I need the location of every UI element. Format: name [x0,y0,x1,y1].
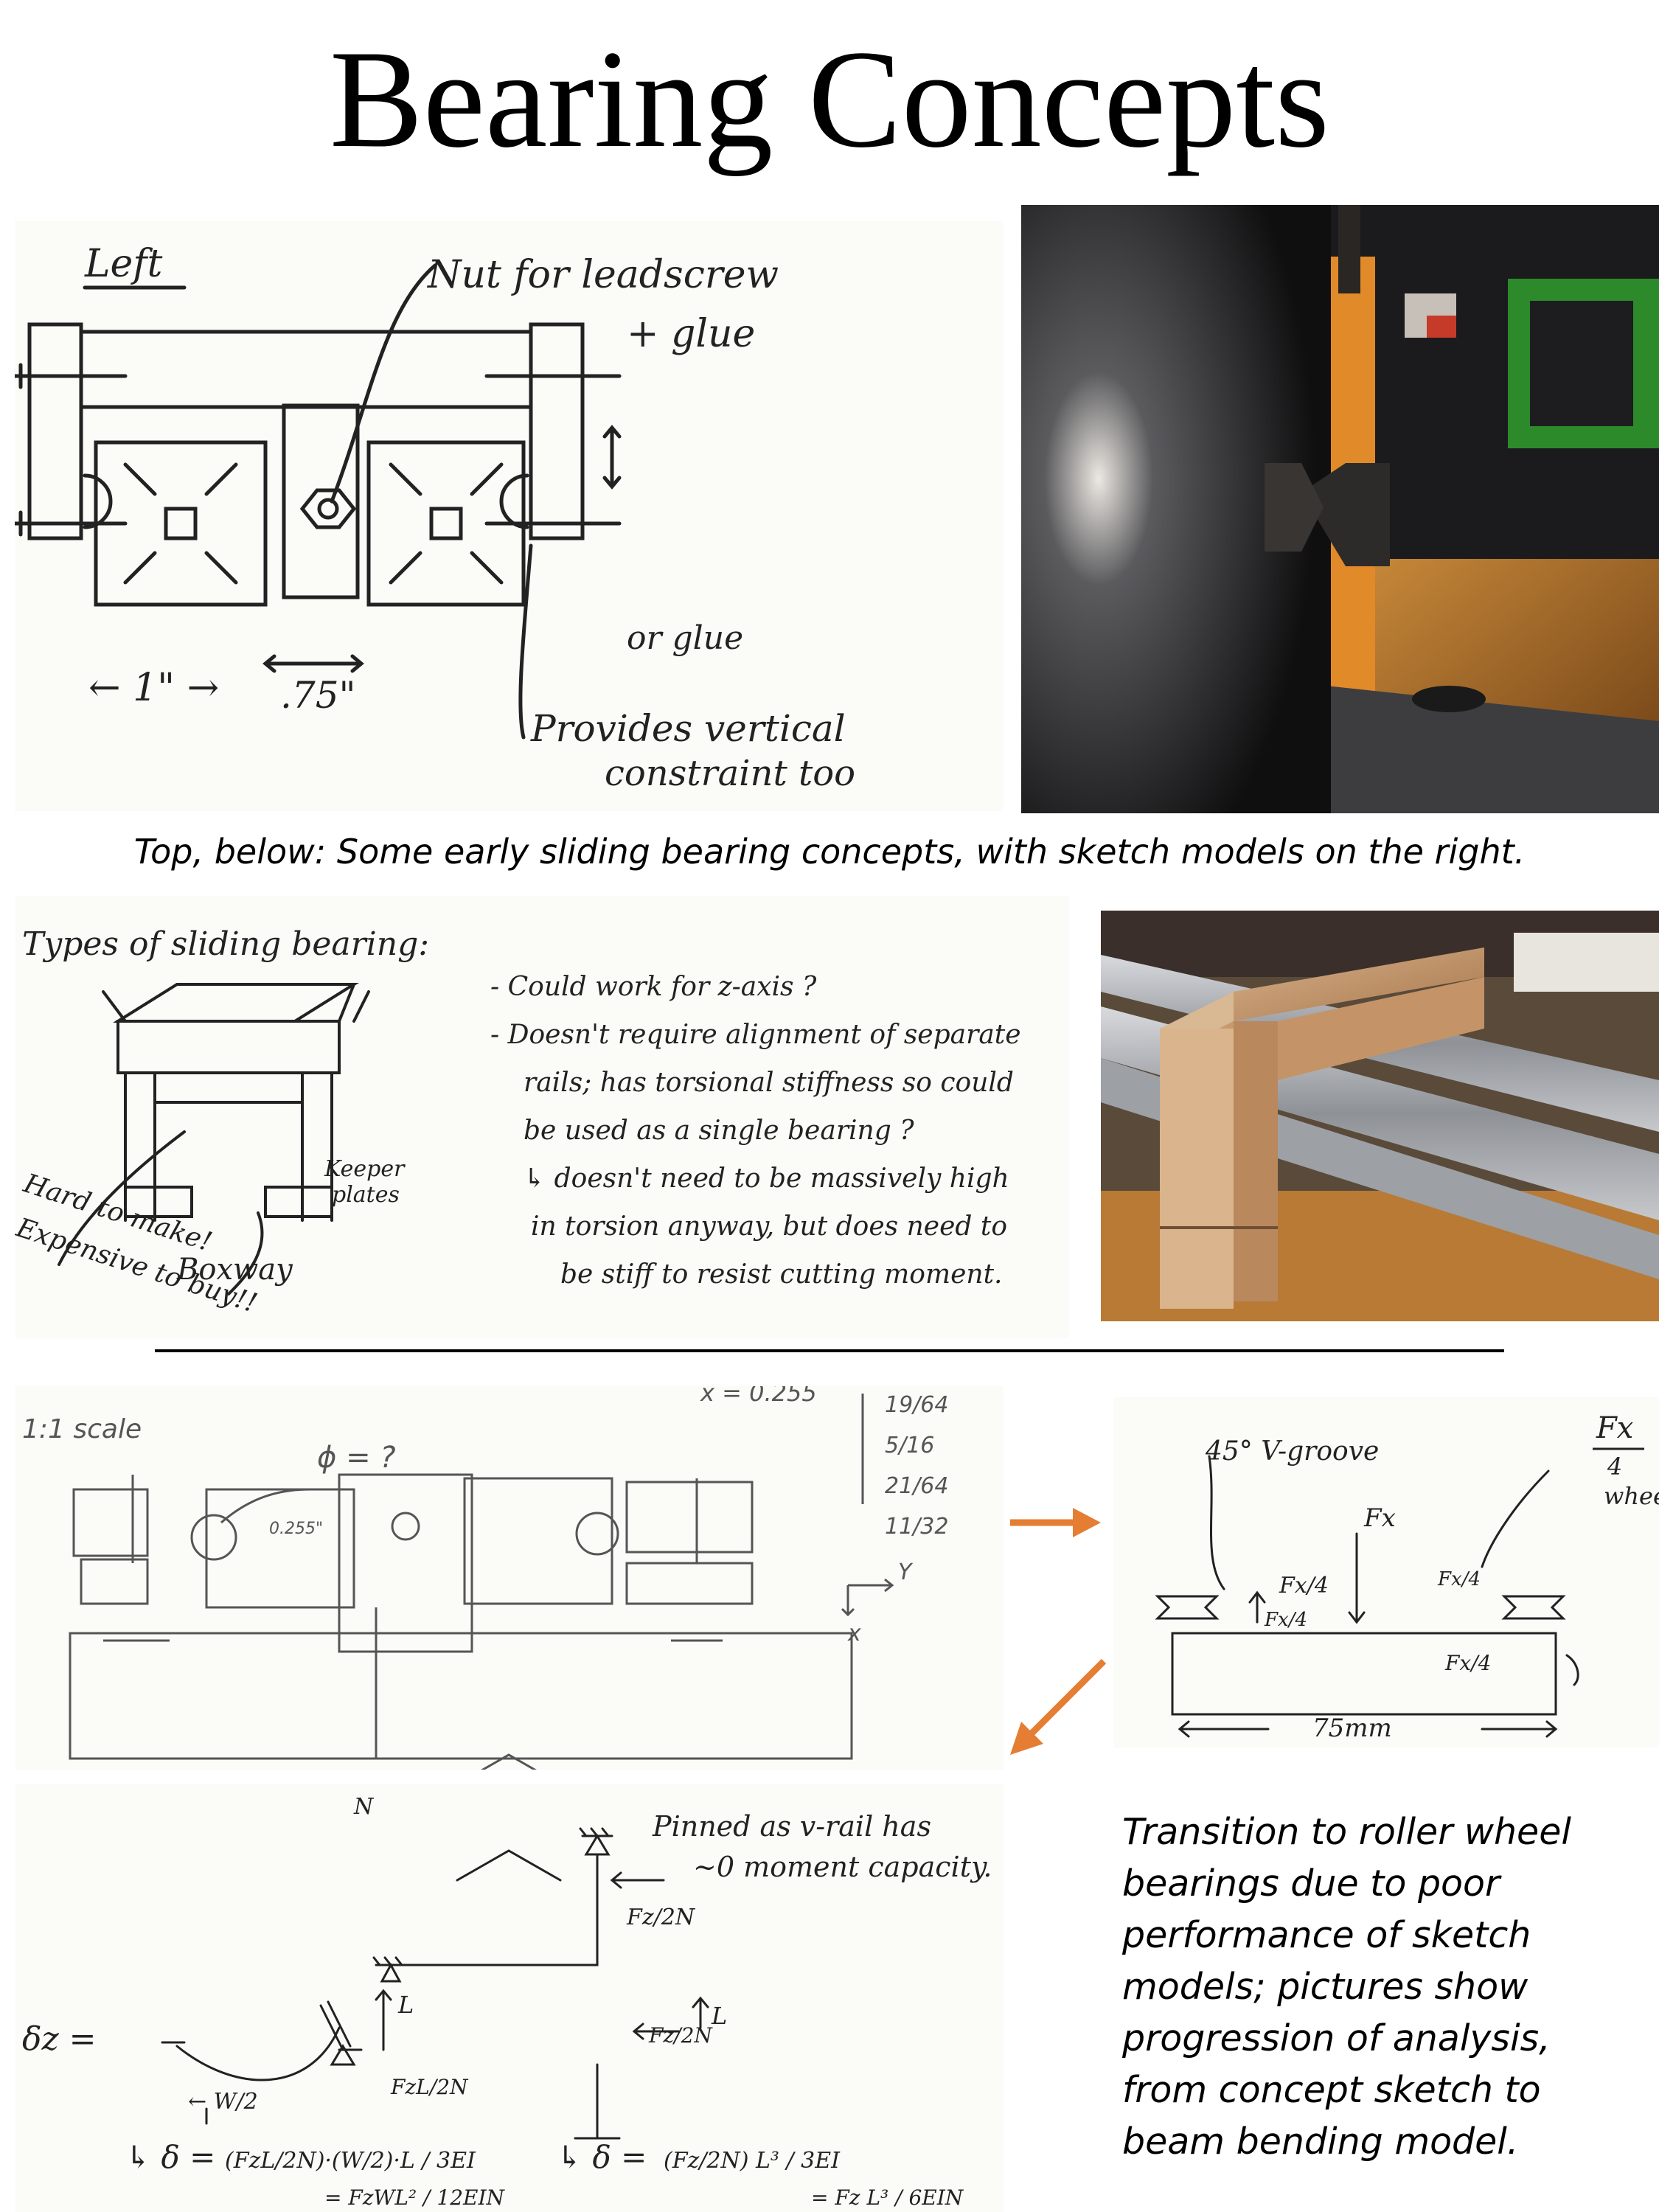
label-plates: plates [332,1182,400,1208]
note-line: - Could work for z-axis ? [490,972,817,1002]
eq1-lhs: ↳ δ = [125,2139,215,2175]
N-label: N [353,1794,375,1820]
note-pinned-1: Pinned as v-rail has [652,1810,931,1843]
dim-75mm: 75mm [1312,1714,1392,1743]
divider [155,1349,1504,1352]
side-4-label: 4 [1607,1453,1622,1481]
arrow-down-left-icon [1006,1655,1110,1759]
note-or-glue: or glue [627,619,743,657]
L-label: L [397,1991,414,2019]
note-line: be used as a single bearing ? [524,1116,914,1146]
notes-list: - Could work for z-axis ? - Doesn't requ… [490,972,1021,1290]
fzl-2n-label: FzL/2N [390,2075,469,2099]
fraction: 19/64 [885,1392,948,1418]
caption-side: Transition to roller wheel bearings due … [1122,1811,1571,2163]
page-title: Bearing Concepts [329,22,1330,177]
caption-top: Top, below: Some early sliding bearing c… [133,832,1526,872]
w-over-2-label: ← W/2 [188,2089,258,2115]
eq1-mid: (FzL/2N)·(W/2)·L / 3EI [225,2148,476,2174]
dim-075-inch: .75" [280,674,356,717]
fx4-label: Fx/4 [1444,1651,1491,1675]
side-fx-label: Fx [1596,1411,1633,1445]
note-nut-for-leadscrew: Nut for leadscrew [426,253,779,297]
x-equation: x = 0.255 [700,1386,817,1407]
fz-2n-label: Fz/2N [626,1905,696,1930]
eq2-mid: (Fz/2N) L³ / 3EI [664,2148,841,2174]
sketch-left-bearing: Left Nut for leadscrew + glue or glue Pr… [15,221,1003,811]
phi-label: ϕ = ? [317,1441,396,1475]
L-label: L [711,2002,727,2030]
eq2-rhs: = Fz L³ / 6EIN [811,2185,964,2210]
sketch-types-of-sliding-bearing: Types of sliding bearing: Boxway Keeper … [15,896,1069,1338]
note-glue: + glue [627,312,755,356]
eq2-lhs: ↳ δ = [557,2139,647,2175]
axis-x-label: x [847,1621,861,1646]
scale-label: 1:1 scale [22,1414,142,1444]
sketch-roller-wheel-layout: 1:1 scale ϕ = ? 0.255" x = 0.255 19/64 5… [15,1386,1003,1770]
sketch-vgroove-forces: 45° V-groove Fx Fx/4 Fx/4 Fx/4 Fx/4 75mm… [1113,1397,1659,1747]
types-heading: Types of sliding bearing: [22,925,429,963]
note-line: be stiff to resist cutting moment. [560,1259,1002,1290]
note-pinned-2: ~0 moment capacity. [693,1851,992,1883]
photo-sketch-model-2 [1101,911,1659,1321]
fx4-label: Fx/4 [1437,1568,1481,1590]
note-line: rails; has torsional stiffness so could [524,1068,1014,1098]
eq1-rhs: = FzWL² / 12EIN [324,2185,506,2210]
note-provides-vertical: Provides vertical [530,707,846,750]
note-constraint-too: constraint too [605,753,855,794]
label-keeper: Keeper [324,1156,406,1182]
note-line: ↳ doesn't need to be massively high [524,1164,1009,1194]
dim-0255: 0.255" [269,1520,323,1538]
dim-1-inch: ← 1" → [88,666,219,710]
fx4-label: Fx/4 [1264,1609,1307,1631]
axis-y-label: Y [898,1559,914,1585]
side-wheel-label: whee [1604,1482,1659,1510]
vgroove-label: 45° V-groove [1205,1436,1379,1467]
fraction: 5/16 [885,1433,934,1458]
note-line: in torsion anyway, but does need to [531,1211,1007,1242]
photo-sketch-model-1 [1021,205,1659,813]
fraction: 11/32 [885,1514,948,1540]
label-left: Left [84,242,163,286]
fraction: 21/64 [885,1473,948,1499]
fz-2n-label: Fz/2N [648,2023,713,2048]
delta-z-label: δz = [22,2020,97,2058]
fx-label: Fx [1363,1503,1396,1533]
arrow-right-icon [1006,1497,1102,1548]
note-line: - Doesn't require alignment of separate [490,1020,1021,1050]
sketch-beam-bending-model: Pinned as v-rail has ~0 moment capacity.… [15,1784,1003,2212]
fx4-label: Fx/4 [1279,1573,1329,1599]
